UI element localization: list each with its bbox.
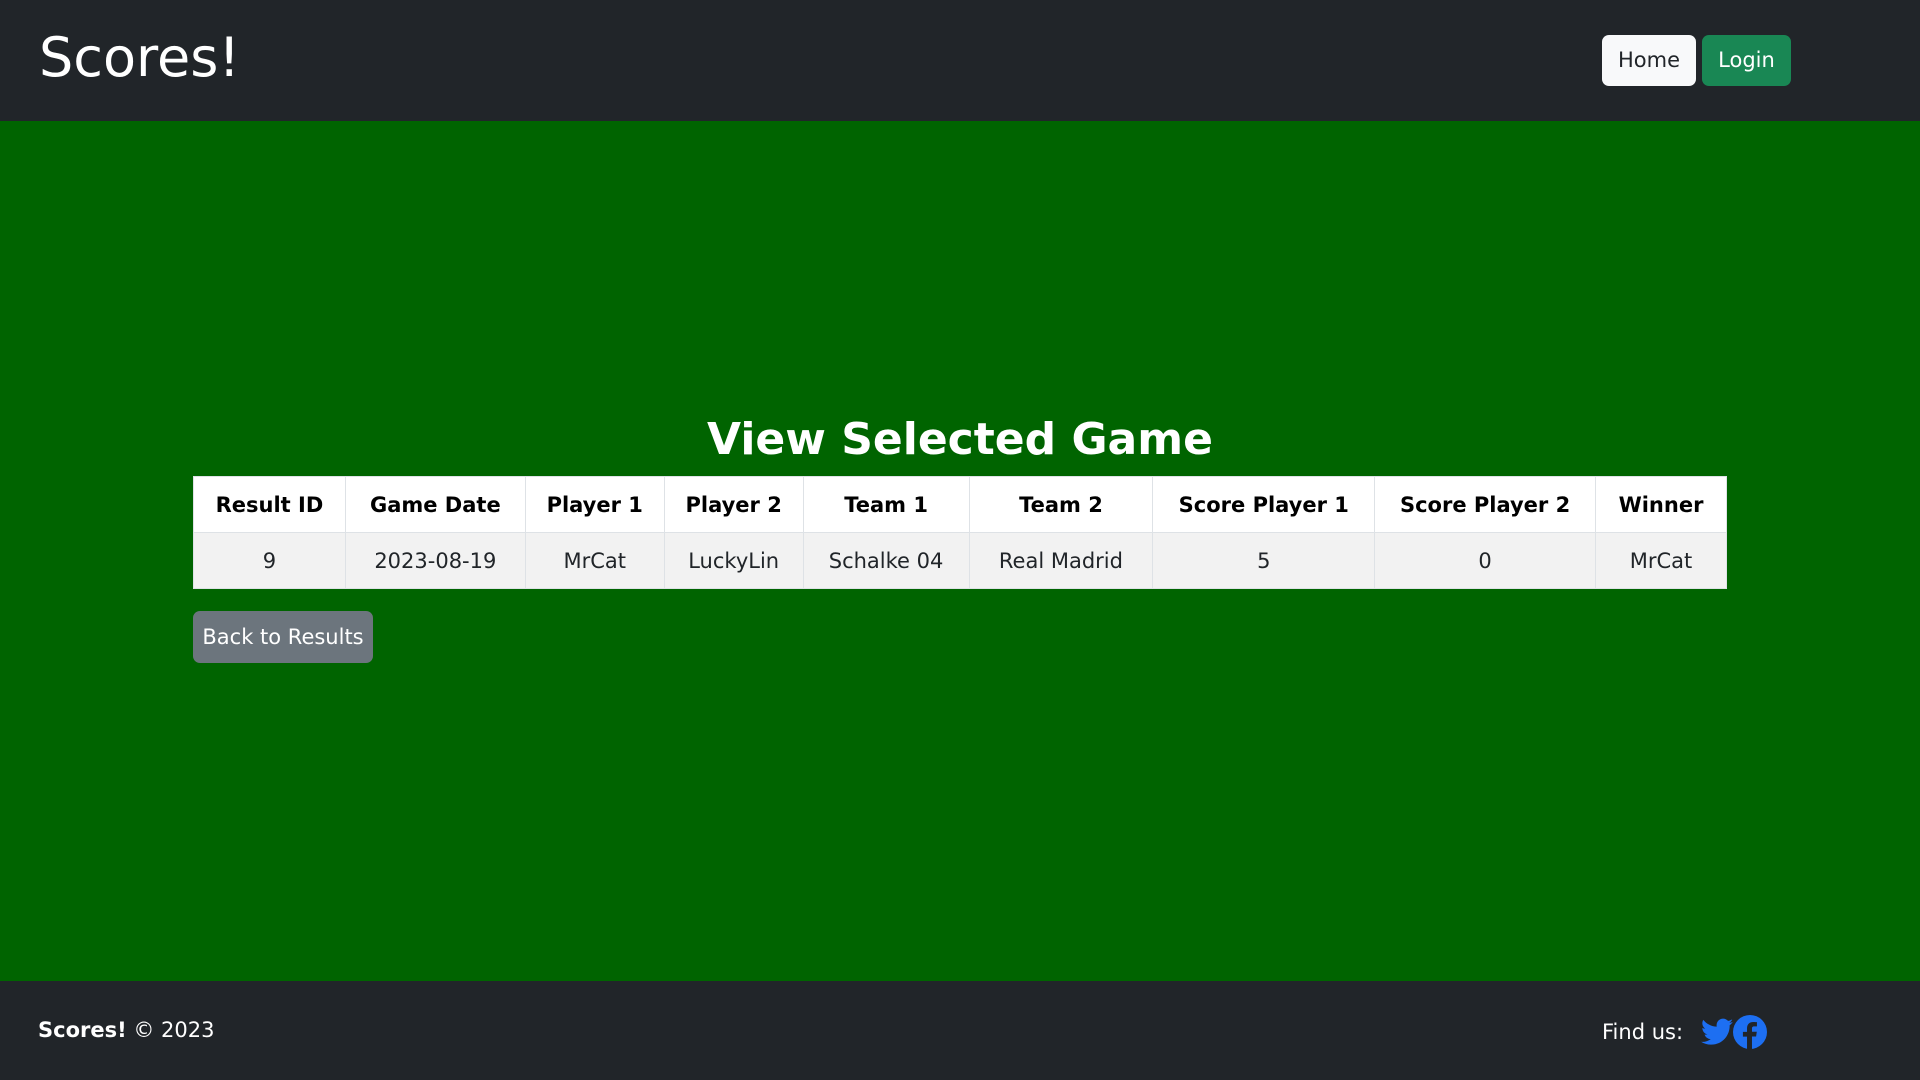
column-header-score-player-1: Score Player 1: [1152, 476, 1376, 533]
login-button[interactable]: Login: [1702, 35, 1791, 86]
home-button[interactable]: Home: [1602, 35, 1696, 86]
back-to-results-button[interactable]: Back to Results: [193, 611, 373, 663]
twitter-icon[interactable]: [1701, 1018, 1734, 1046]
column-header-game-date: Game Date: [344, 476, 526, 533]
table-header-row: Result ID Game Date Player 1 Player 2 Te…: [193, 476, 1727, 533]
column-header-team-2: Team 2: [968, 476, 1154, 533]
footer-copyright: Scores! © 2023: [38, 1015, 215, 1045]
brand-title[interactable]: Scores!: [39, 22, 240, 94]
cell-team-1: Schalke 04: [802, 532, 970, 589]
facebook-icon[interactable]: [1733, 1015, 1768, 1049]
footer: Scores! © 2023 Find us:: [0, 981, 1920, 1080]
copyright-text: © 2023: [133, 1018, 215, 1042]
find-us-label: Find us:: [1602, 1020, 1684, 1044]
column-header-winner: Winner: [1595, 476, 1727, 533]
cell-team-2: Real Madrid: [968, 532, 1154, 589]
footer-brand: Scores!: [38, 1018, 127, 1042]
game-results-table: Result ID Game Date Player 1 Player 2 Te…: [193, 476, 1727, 589]
social-links: [1701, 1015, 1768, 1049]
page-title: View Selected Game: [707, 414, 1213, 465]
cell-score-player-1: 5: [1152, 532, 1376, 589]
cell-score-player-2: 0: [1374, 532, 1596, 589]
column-header-team-1: Team 1: [802, 476, 970, 533]
cell-player-1: MrCat: [524, 532, 665, 589]
cell-result-id: 9: [193, 532, 346, 589]
column-header-score-player-2: Score Player 2: [1374, 476, 1596, 533]
column-header-player-1: Player 1: [524, 476, 665, 533]
footer-social: Find us:: [1602, 1015, 1768, 1049]
cell-winner: MrCat: [1595, 532, 1727, 589]
table-row: 9 2023-08-19 MrCat LuckyLin Schalke 04 R…: [193, 532, 1727, 589]
column-header-result-id: Result ID: [193, 476, 346, 533]
cell-game-date: 2023-08-19: [344, 532, 526, 589]
cell-player-2: LuckyLin: [663, 532, 804, 589]
column-header-player-2: Player 2: [663, 476, 804, 533]
navbar: Scores! Home Login: [0, 0, 1920, 121]
